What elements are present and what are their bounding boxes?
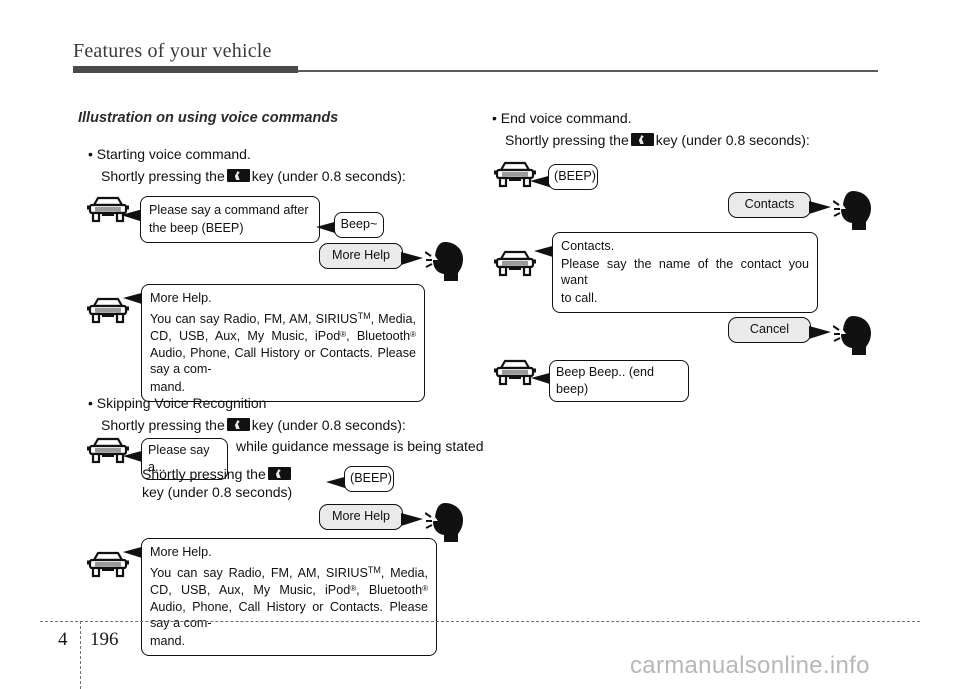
more-help-2-body-p3: , Bluetooth [356,583,423,597]
contacts-body-line-2: to call. [561,290,598,305]
car-message-line-2: the beep (BEEP) [149,220,244,235]
car-message-bubble-start: Please say a command after the beep (BEE… [140,196,320,243]
bubble-tail [809,326,831,339]
skipping-instruction-line: Shortly pressing the key (under 0.8 secon… [101,417,406,433]
skipping-second-instruction-line-1: Shortly pressing the [142,466,293,482]
more-help-detail-bubble: More Help. You can say Radio, FM, AM, SI… [141,284,425,402]
end-instruction-line: Shortly pressing the key (under 0.8 secon… [505,132,810,148]
more-help-body-p3: , Bluetooth [346,329,411,343]
more-help-reg-2: ® [410,330,416,339]
beep-bubble-start: Beep~ [334,212,384,238]
contacts-title: Contacts. [561,239,615,253]
starting-instruction-prefix: Shortly pressing the [101,168,225,184]
end-beep-bubble: Beep Beep.. (end beep) [549,360,689,402]
more-help-2-body-last: mand. [150,633,186,648]
more-help-body-last: mand. [150,379,186,394]
skipping-second-instruction-prefix: Shortly pressing the [142,466,266,482]
footer-divider [80,621,81,689]
more-help-body-p1: You can say Radio, FM, AM, SIRIUS [150,311,358,326]
bubble-tail [809,201,831,214]
page-header-title: Features of your vehicle [73,40,272,62]
car-front-icon [494,250,536,277]
voice-recognition-key-icon [267,467,291,480]
speaking-head-icon [425,503,463,542]
bubble-tail [401,252,423,265]
more-help-2-body-p4: Audio, Phone, Call History or Contacts. … [150,599,428,631]
end-voice-command-bullet: • End voice command. [492,110,632,126]
more-help-2-body-p1: You can say Radio, FM, AM, SIRIUS [150,565,368,580]
more-help-title: More Help. [150,291,212,305]
voice-recognition-key-icon [226,169,250,182]
speaking-head-icon [833,316,871,355]
more-help-2-title: More Help. [150,545,212,559]
more-help-2-reg-2: ® [422,584,428,593]
speaking-head-icon [833,191,871,230]
more-help-body-p4: Audio, Phone, Call History or Contacts. … [150,345,416,377]
user-cancel-bubble: Cancel [728,317,811,343]
end-instruction-suffix: key (under 0.8 seconds): [655,132,810,148]
bubble-tail [401,513,423,526]
section-heading: Illustration on using voice commands [78,110,339,126]
beep-bubble-skipping: (BEEP) [344,466,394,492]
skipping-voice-recognition-bullet: • Skipping Voice Recognition [88,395,267,411]
more-help-2-tm: TM [367,564,381,575]
voice-recognition-key-icon [630,133,654,146]
user-contacts-bubble: Contacts [728,192,811,218]
starting-instruction-suffix: key (under 0.8 seconds): [251,168,406,184]
contacts-detail-bubble: Contacts. Please say the name of the con… [552,232,818,313]
skipping-second-instruction-line-2: key (under 0.8 seconds) [142,484,293,500]
contacts-body-line-1: Please say the name of the contact you w… [561,256,809,288]
manual-page: Features of your vehicle Illustration on… [0,0,960,689]
car-message-line-1: Please say a command after [149,203,309,217]
starting-instruction-line: Shortly pressing the key (under 0.8 secon… [101,168,406,184]
header-rule-thick [73,66,298,73]
header-rule-thin [298,70,878,72]
beep-bubble-end: (BEEP) [548,164,598,190]
voice-recognition-key-icon [226,418,250,431]
more-help-tm: TM [357,310,371,321]
user-more-help-bubble-start: More Help [319,243,403,269]
skipping-instruction-suffix: key (under 0.8 seconds): [251,417,406,433]
more-help-detail-bubble-2: More Help. You can say Radio, FM, AM, SI… [141,538,437,656]
speaking-head-icon [425,242,463,281]
end-instruction-prefix: Shortly pressing the [505,132,629,148]
user-more-help-bubble-skipping: More Help [319,504,403,530]
skipping-instruction-prefix: Shortly pressing the [101,417,225,433]
footer-chapter-number: 4 [58,629,68,650]
footer-page-number: 196 [90,629,119,650]
footer-rule [40,621,920,622]
watermark: carmanualsonline.info [630,652,870,679]
skipping-trailing-text: while guidance message is being stated [236,438,484,454]
more-help-body: You can say Radio, FM, AM, SIRIUSTM, Med… [150,308,416,378]
starting-voice-command-bullet: • Starting voice command. [88,146,251,162]
